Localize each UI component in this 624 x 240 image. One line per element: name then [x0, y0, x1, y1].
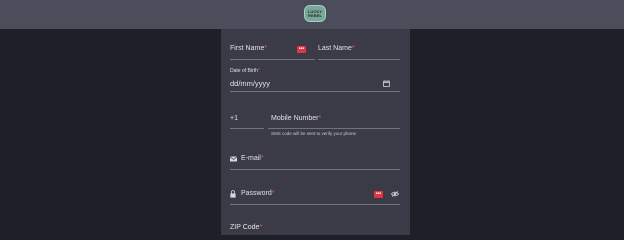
- email-label: E-mail: [241, 155, 261, 162]
- required-mark: *: [259, 224, 263, 231]
- dob-underline: [230, 91, 400, 92]
- phone-prefix: +1: [230, 115, 238, 122]
- first-name-underline: [230, 59, 315, 60]
- zip-code-label: ZIP Code: [230, 224, 260, 231]
- last-name-underline: [318, 59, 400, 60]
- field-error-badge: •••: [374, 191, 383, 198]
- required-mark: *: [271, 190, 275, 197]
- field-error-badge: •••: [297, 46, 306, 53]
- first-name-field[interactable]: First Name* •••: [230, 43, 315, 61]
- mobile-number-field[interactable]: Mobile Number* SMS code will be sent to …: [268, 112, 400, 140]
- phone-prefix-field[interactable]: +1: [230, 112, 264, 130]
- email-icon: [230, 156, 237, 162]
- password-field[interactable]: Password* •••: [230, 188, 400, 206]
- password-underline: [230, 204, 400, 205]
- first-name-label: First Name: [230, 45, 265, 52]
- calendar-icon[interactable]: [383, 80, 390, 87]
- password-label: Password: [241, 190, 272, 197]
- required-mark: *: [351, 45, 355, 52]
- dob-label: Date of Birth: [230, 68, 258, 74]
- eye-off-icon[interactable]: [391, 191, 399, 197]
- last-name-label: Last Name: [318, 45, 352, 52]
- required-mark: *: [260, 155, 264, 162]
- logo-line2: REBEL: [307, 12, 323, 18]
- email-field[interactable]: E-mail*: [230, 153, 400, 171]
- required-mark: *: [318, 115, 322, 122]
- email-underline: [230, 169, 400, 170]
- required-mark: *: [257, 68, 260, 74]
- mobile-number-underline: [268, 128, 400, 129]
- date-of-birth-field[interactable]: Date of Birth* dd/mm/yyyy: [230, 68, 400, 92]
- last-name-field[interactable]: Last Name*: [318, 43, 400, 61]
- zip-code-field[interactable]: ZIP Code*: [230, 222, 400, 235]
- dob-placeholder: dd/mm/yyyy: [230, 79, 271, 88]
- top-bar: LUCKY REBEL: [0, 0, 624, 29]
- registration-form: First Name* ••• Last Name* Date of Birth…: [221, 29, 410, 235]
- phone-hint: SMS code will be sent to verify your pho…: [271, 131, 357, 136]
- lock-icon: [230, 190, 236, 198]
- phone-prefix-underline: [230, 128, 264, 129]
- required-mark: *: [264, 45, 267, 52]
- mobile-number-label: Mobile Number: [271, 115, 319, 122]
- lucky-rebel-logo[interactable]: LUCKY REBEL: [304, 5, 326, 22]
